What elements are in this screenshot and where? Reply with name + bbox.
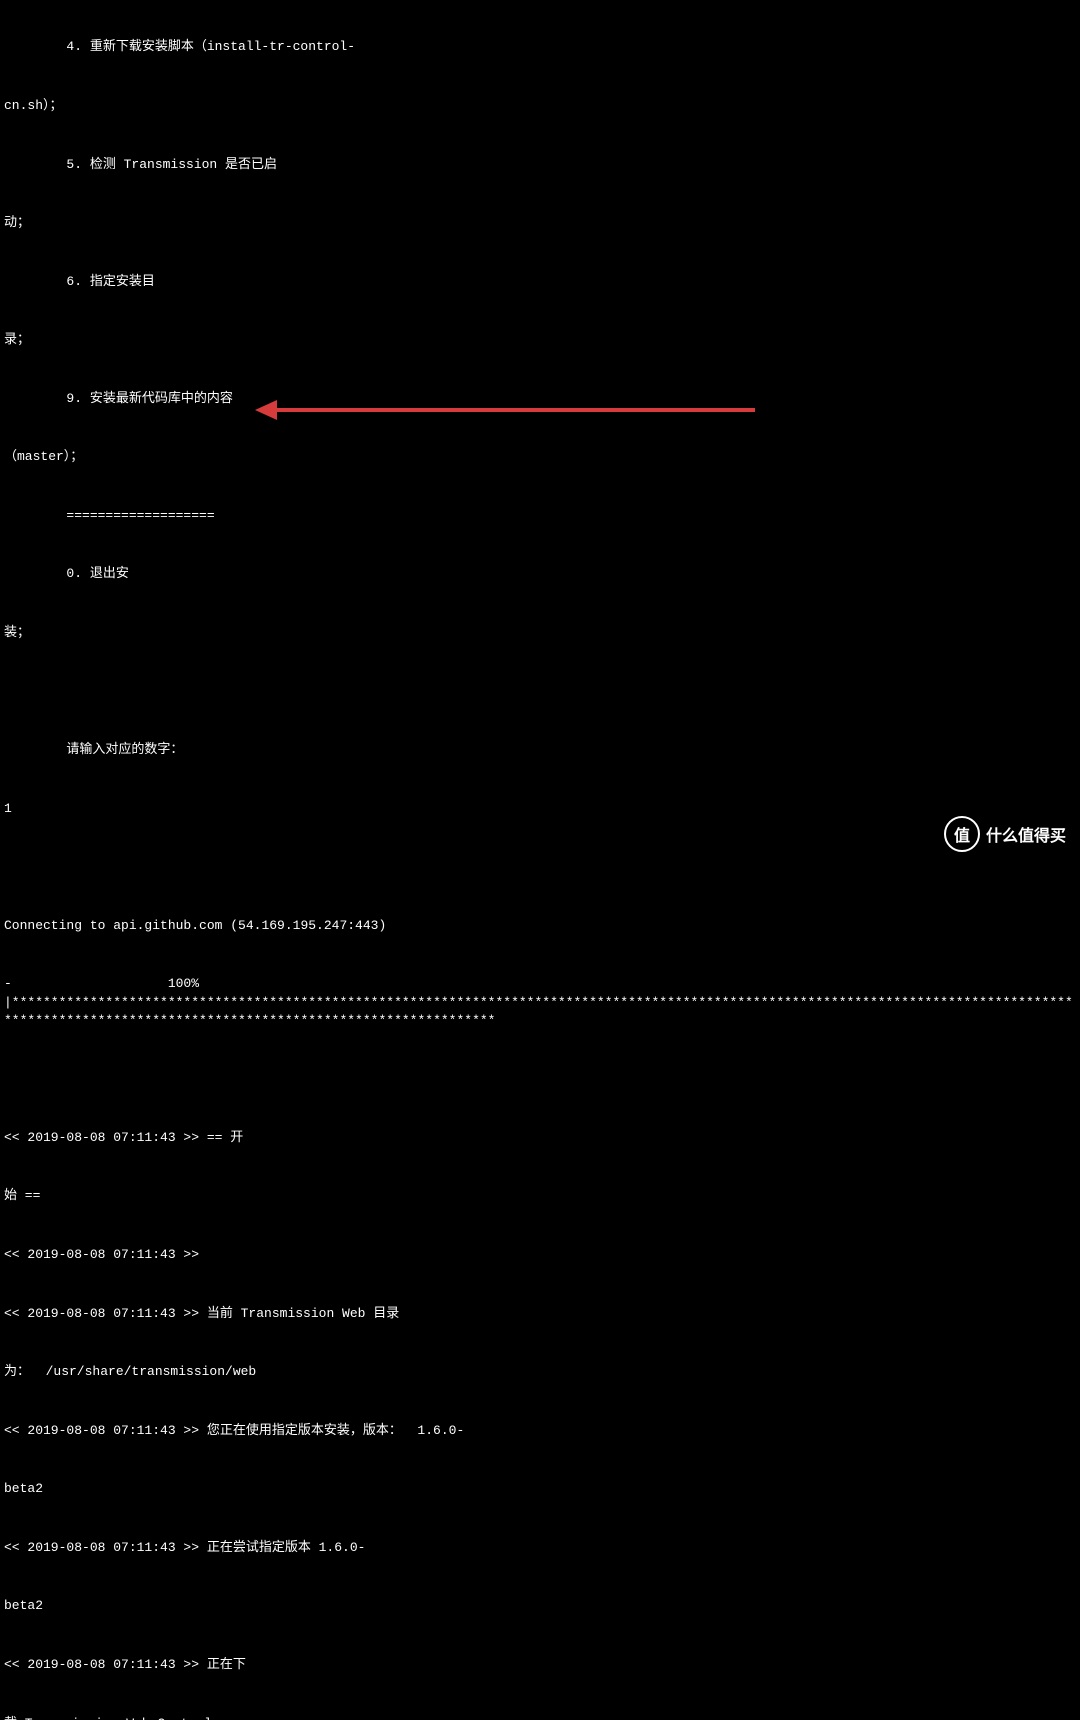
menu-item-4a: 4. 重新下载安装脚本（install-tr-control- [4, 38, 1076, 56]
arrow-head-icon [255, 400, 277, 420]
watermark-logo: 值 什么值得买 [944, 816, 1066, 852]
watermark-badge-icon: 值 [944, 816, 980, 852]
input-prompt: 请输入对应的数字： [4, 741, 1076, 759]
menu-divider: =================== [4, 507, 1076, 525]
log-start-a: << 2019-08-08 07:11:43 >> == 开 [4, 1129, 1076, 1147]
menu-item-0b: 装； [4, 624, 1076, 642]
log-webdir-b: 为： /usr/share/transmission/web [4, 1363, 1076, 1381]
menu-item-6a: 6. 指定安装目 [4, 273, 1076, 291]
log-download-b: 载 Transmission Web Control... [4, 1715, 1076, 1720]
menu-item-4b: cn.sh）； [4, 97, 1076, 115]
user-input[interactable]: 1 [4, 800, 1076, 818]
log-connecting-api: Connecting to api.github.com (54.169.195… [4, 917, 1076, 935]
menu-item-5a: 5. 检测 Transmission 是否已启 [4, 156, 1076, 174]
annotation-arrow [255, 398, 755, 414]
menu-item-6b: 录； [4, 331, 1076, 349]
log-download-a: << 2019-08-08 07:11:43 >> 正在下 [4, 1656, 1076, 1674]
menu-item-5b: 动； [4, 214, 1076, 232]
log-try-b: beta2 [4, 1597, 1076, 1615]
log-version-b: beta2 [4, 1480, 1076, 1498]
watermark-text: 什么值得买 [986, 822, 1066, 846]
log-version-a: << 2019-08-08 07:11:43 >> 您正在使用指定版本安装，版本… [4, 1422, 1076, 1440]
log-try-a: << 2019-08-08 07:11:43 >> 正在尝试指定版本 1.6.0… [4, 1539, 1076, 1557]
arrow-shaft-icon [275, 408, 755, 412]
menu-item-0a: 0. 退出安 [4, 565, 1076, 583]
log-start-b: 始 == [4, 1187, 1076, 1205]
log-webdir-a: << 2019-08-08 07:11:43 >> 当前 Transmissio… [4, 1305, 1076, 1323]
terminal-output: 4. 重新下载安装脚本（install-tr-control- cn.sh）； … [0, 0, 1080, 1720]
log-progress-1: - 100% |********************************… [4, 975, 1076, 1030]
log-ts: << 2019-08-08 07:11:43 >> [4, 1246, 1076, 1264]
menu-item-9b: （master）； [4, 448, 1076, 466]
